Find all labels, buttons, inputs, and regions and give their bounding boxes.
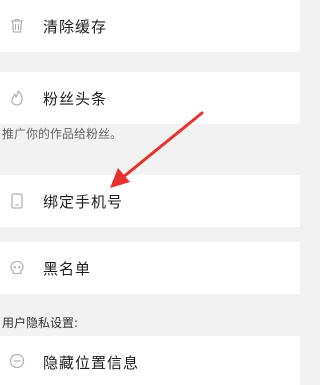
trash-icon [8,17,26,35]
bind-phone-label: 绑定手机号 [43,193,124,211]
hide-location-icon [8,352,26,370]
bind-phone-row[interactable]: 绑定手机号 [0,175,300,227]
blacklist-label: 黑名单 [43,260,92,278]
hide-location-row[interactable]: 隐藏位置信息 [0,336,300,385]
blacklist-row[interactable]: 黑名单 [0,242,300,294]
privacy-settings-header: 用户隐私设置: [2,316,79,330]
phone-icon [8,192,26,210]
clear-cache-label: 清除缓存 [43,18,108,36]
fans-headline-row[interactable]: 粉丝头条 [0,72,300,124]
skull-icon [8,259,26,277]
clear-cache-row[interactable]: 清除缓存 [0,0,300,52]
flame-icon [8,89,26,107]
fans-headline-label: 粉丝头条 [43,90,108,108]
fans-headline-tip: 推广你的作品给粉丝。 [2,127,123,141]
hide-location-label: 隐藏位置信息 [43,354,140,372]
